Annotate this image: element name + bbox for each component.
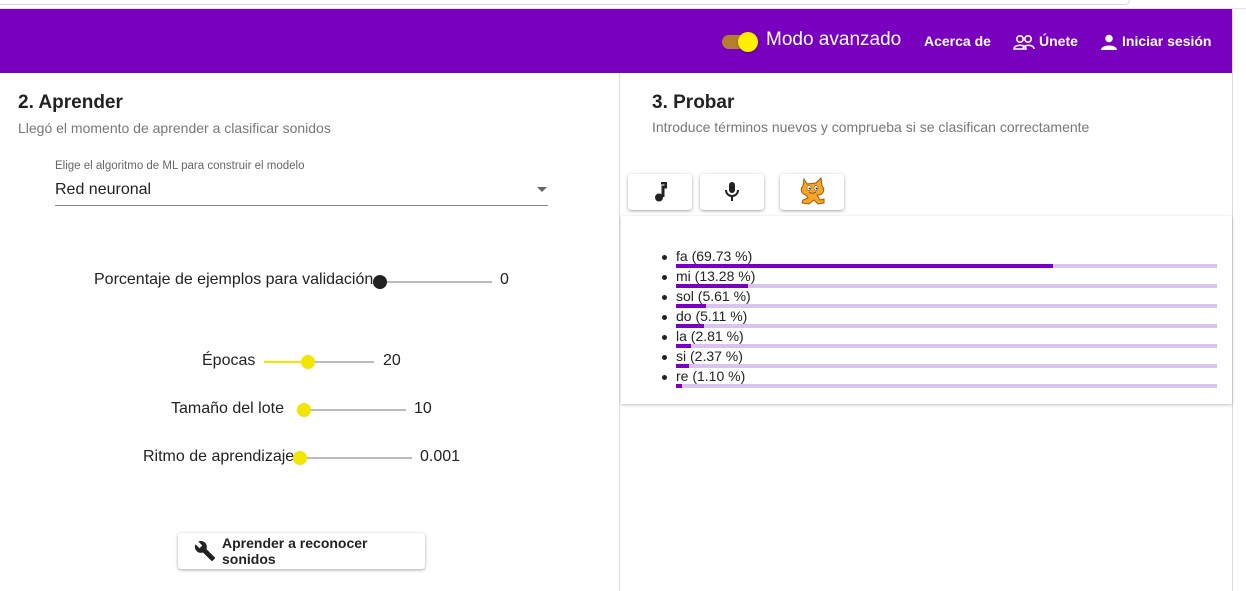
- about-link[interactable]: Acerca de: [924, 33, 991, 49]
- login-label: Iniciar sesión: [1122, 33, 1212, 49]
- test-title: 3. Probar: [652, 92, 735, 113]
- algorithm-select-value: Red neuronal: [55, 181, 152, 198]
- result-item: sol (5.61 %): [662, 288, 1222, 308]
- panel-divider: [619, 73, 620, 591]
- batch-size-value: 10: [414, 400, 432, 417]
- slider-thumb[interactable]: [301, 355, 315, 369]
- learning-rate-value: 0.001: [420, 448, 461, 465]
- algorithm-select-label: Elige el algoritmo de ML para construir …: [55, 160, 305, 172]
- bullet-icon: [662, 315, 667, 320]
- learning-rate-label: Ritmo de aprendizaje: [143, 448, 295, 465]
- result-label: si (2.37 %): [676, 348, 743, 364]
- validation-value: 0: [500, 271, 509, 288]
- result-label: la (2.81 %): [676, 328, 744, 344]
- batch-size-label: Tamaño del lote: [171, 400, 284, 417]
- train-model-button-label: Aprender a reconocer sonidos: [222, 535, 368, 567]
- bullet-icon: [662, 355, 667, 360]
- wrench-icon: [194, 541, 216, 562]
- bullet-icon: [662, 275, 667, 280]
- algorithm-select-underline: [55, 205, 548, 206]
- result-label: re (1.10 %): [676, 368, 746, 384]
- epochs-slider[interactable]: [264, 355, 374, 369]
- login-link[interactable]: Iniciar sesión: [1100, 33, 1211, 50]
- result-item: do (5.11 %): [662, 308, 1222, 328]
- group-icon: [1013, 34, 1035, 50]
- learning-rate-slider[interactable]: [293, 451, 412, 465]
- about-label: Acerca de: [924, 33, 991, 49]
- page-edge: [1232, 9, 1233, 591]
- chevron-down-icon: [537, 187, 547, 192]
- result-label: sol (5.61 %): [676, 288, 751, 304]
- join-label: Únete: [1039, 33, 1078, 49]
- browser-tab-edge: [0, 0, 1130, 5]
- validation-slider[interactable]: [373, 275, 492, 289]
- slider-thumb[interactable]: [297, 403, 311, 417]
- validation-label: Porcentaje de ejemplos para validación: [94, 271, 374, 288]
- batch-size-slider[interactable]: [297, 403, 406, 417]
- toggle-thumb: [738, 32, 758, 52]
- browser-strip: [0, 0, 1246, 9]
- join-link[interactable]: Únete: [1013, 33, 1078, 50]
- result-item: si (2.37 %): [662, 348, 1222, 368]
- advanced-mode-label: Modo avanzado: [766, 29, 902, 50]
- advanced-mode-toggle[interactable]: [722, 32, 758, 52]
- bullet-icon: [662, 375, 667, 380]
- epochs-value: 20: [383, 352, 401, 369]
- result-label: fa (69.73 %): [676, 248, 753, 264]
- test-scratch-button[interactable]: [780, 174, 844, 210]
- result-label: mi (13.28 %): [676, 268, 756, 284]
- result-item: mi (13.28 %): [662, 268, 1222, 288]
- bullet-icon: [662, 335, 667, 340]
- learn-title: 2. Aprender: [18, 92, 123, 113]
- learn-subtitle: Llegó el momento de aprender a clasifica…: [18, 120, 331, 136]
- slider-thumb[interactable]: [373, 275, 387, 289]
- test-subtitle: Introduce términos nuevos y comprueba si…: [652, 119, 1090, 135]
- test-sound-file-button[interactable]: [628, 174, 692, 210]
- microphone-icon: [725, 182, 739, 201]
- person-icon: [1101, 34, 1117, 50]
- app-bar: Modo avanzado Acerca de Únete Iniciar se…: [0, 9, 1233, 73]
- test-microphone-button[interactable]: [700, 174, 764, 210]
- result-item: fa (69.73 %): [662, 248, 1222, 268]
- bullet-icon: [662, 255, 667, 260]
- scratch-cat-icon: [800, 176, 825, 205]
- result-label: do (5.11 %): [676, 308, 748, 324]
- epochs-label: Épocas: [202, 352, 256, 369]
- slider-thumb[interactable]: [293, 451, 307, 465]
- bullet-icon: [662, 295, 667, 300]
- result-bar-fill: [676, 384, 682, 388]
- result-item: re (1.10 %): [662, 368, 1222, 388]
- music-note-icon: [655, 182, 667, 202]
- train-model-button[interactable]: Aprender a reconocer sonidos: [178, 533, 425, 569]
- result-bar: [676, 384, 1217, 388]
- result-item: la (2.81 %): [662, 328, 1222, 348]
